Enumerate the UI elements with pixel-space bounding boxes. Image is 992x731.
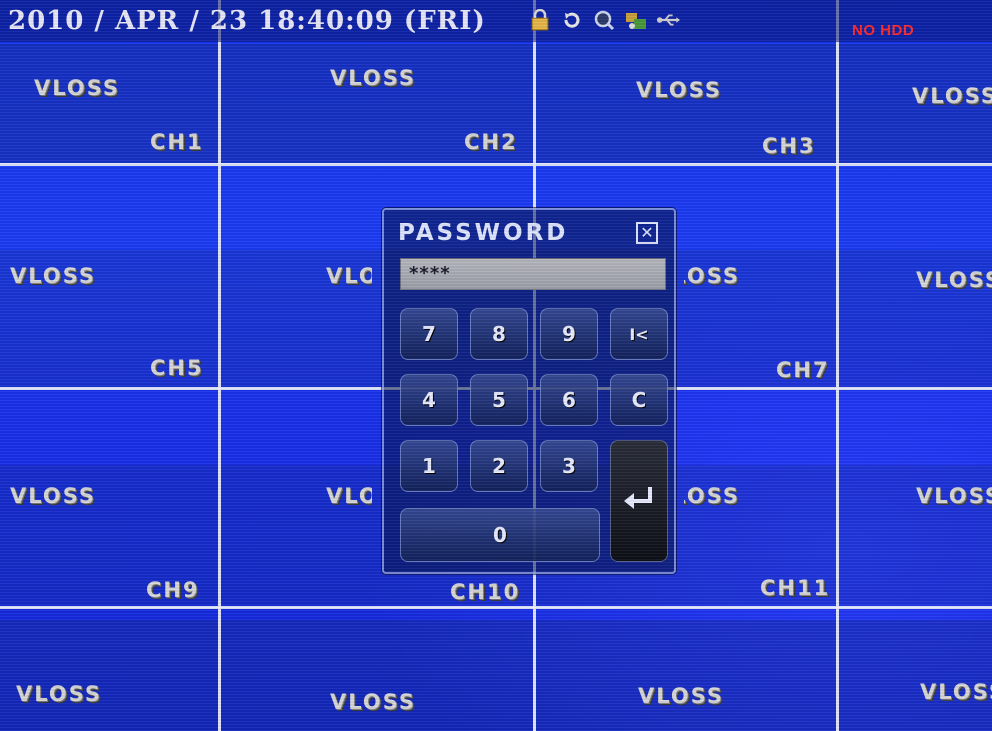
- usb-icon[interactable]: [656, 8, 680, 32]
- backspace-button[interactable]: I<: [610, 308, 668, 360]
- network-icon[interactable]: [624, 8, 648, 32]
- vloss-label: VLOSS: [330, 66, 417, 90]
- vloss-label: VLOSS: [326, 484, 372, 508]
- key-4-button[interactable]: 4: [400, 374, 458, 426]
- status-icons: [528, 8, 680, 32]
- vloss-label: VLOSS: [684, 484, 740, 508]
- channel-label-ch5: CH5: [150, 356, 204, 380]
- vloss-label: VLOSS: [330, 690, 417, 714]
- vloss-label: VLOSS: [10, 484, 97, 508]
- vloss-label: VLOSS: [684, 264, 740, 288]
- key-3-button[interactable]: 3: [540, 440, 598, 492]
- vloss-label: VLOSS: [920, 680, 992, 704]
- key-9-button[interactable]: 9: [540, 308, 598, 360]
- datetime: 2010 / APR / 23 18:40:09 (FRI): [8, 6, 486, 36]
- channel-label-ch10: CH10: [450, 580, 521, 604]
- vloss-label: VLOSS: [34, 76, 121, 100]
- vloss-label: VLOSS: [638, 684, 725, 708]
- channel-label-ch11: CH11: [760, 576, 831, 600]
- channel-label-ch2: CH2: [464, 130, 518, 154]
- enter-button[interactable]: [610, 440, 668, 562]
- dialog-title: PASSWORD: [398, 220, 569, 246]
- vloss-label: VLOSS: [916, 268, 992, 292]
- lock-icon[interactable]: [528, 8, 552, 32]
- vloss-label: VLOSS: [10, 264, 97, 288]
- status-bar: 2010 / APR / 23 18:40:09 (FRI) NO HDD: [0, 0, 992, 42]
- search-icon[interactable]: [592, 8, 616, 32]
- channel-label-ch9: CH9: [146, 578, 200, 602]
- vloss-label: VLOSS: [636, 78, 723, 102]
- key-2-button[interactable]: 2: [470, 440, 528, 492]
- key-7-button[interactable]: 7: [400, 308, 458, 360]
- vloss-label: VLOSS: [912, 84, 992, 108]
- key-6-button[interactable]: 6: [540, 374, 598, 426]
- key-0-button[interactable]: 0: [400, 508, 600, 562]
- key-8-button[interactable]: 8: [470, 308, 528, 360]
- vloss-label: VLOSS: [16, 682, 103, 706]
- close-icon[interactable]: ✕: [636, 222, 658, 244]
- key-5-button[interactable]: 5: [470, 374, 528, 426]
- channel-label-ch1: CH1: [150, 130, 204, 154]
- vloss-label: VLOSS: [916, 484, 992, 508]
- grid-line: [836, 0, 839, 731]
- dvr-screen: 2010 / APR / 23 18:40:09 (FRI) NO HDD VL…: [0, 0, 992, 731]
- channel-label-ch3: CH3: [762, 134, 816, 158]
- background-band: [0, 620, 992, 731]
- vloss-label: VLOSS: [326, 264, 372, 288]
- channel-label-ch7: CH7: [776, 358, 830, 382]
- clear-button[interactable]: C: [610, 374, 668, 426]
- refresh-icon[interactable]: [560, 8, 584, 32]
- grid-line: [0, 606, 992, 609]
- key-1-button[interactable]: 1: [400, 440, 458, 492]
- password-input[interactable]: ****: [400, 258, 666, 290]
- grid-line: [0, 163, 992, 166]
- hdd-status-badge: NO HDD: [852, 22, 915, 39]
- password-dialog: PASSWORD ✕ **** 7 8 9 I< 4 5 6 C 1 2 3 0: [382, 208, 676, 574]
- enter-icon: [622, 485, 656, 517]
- grid-line: [218, 0, 221, 731]
